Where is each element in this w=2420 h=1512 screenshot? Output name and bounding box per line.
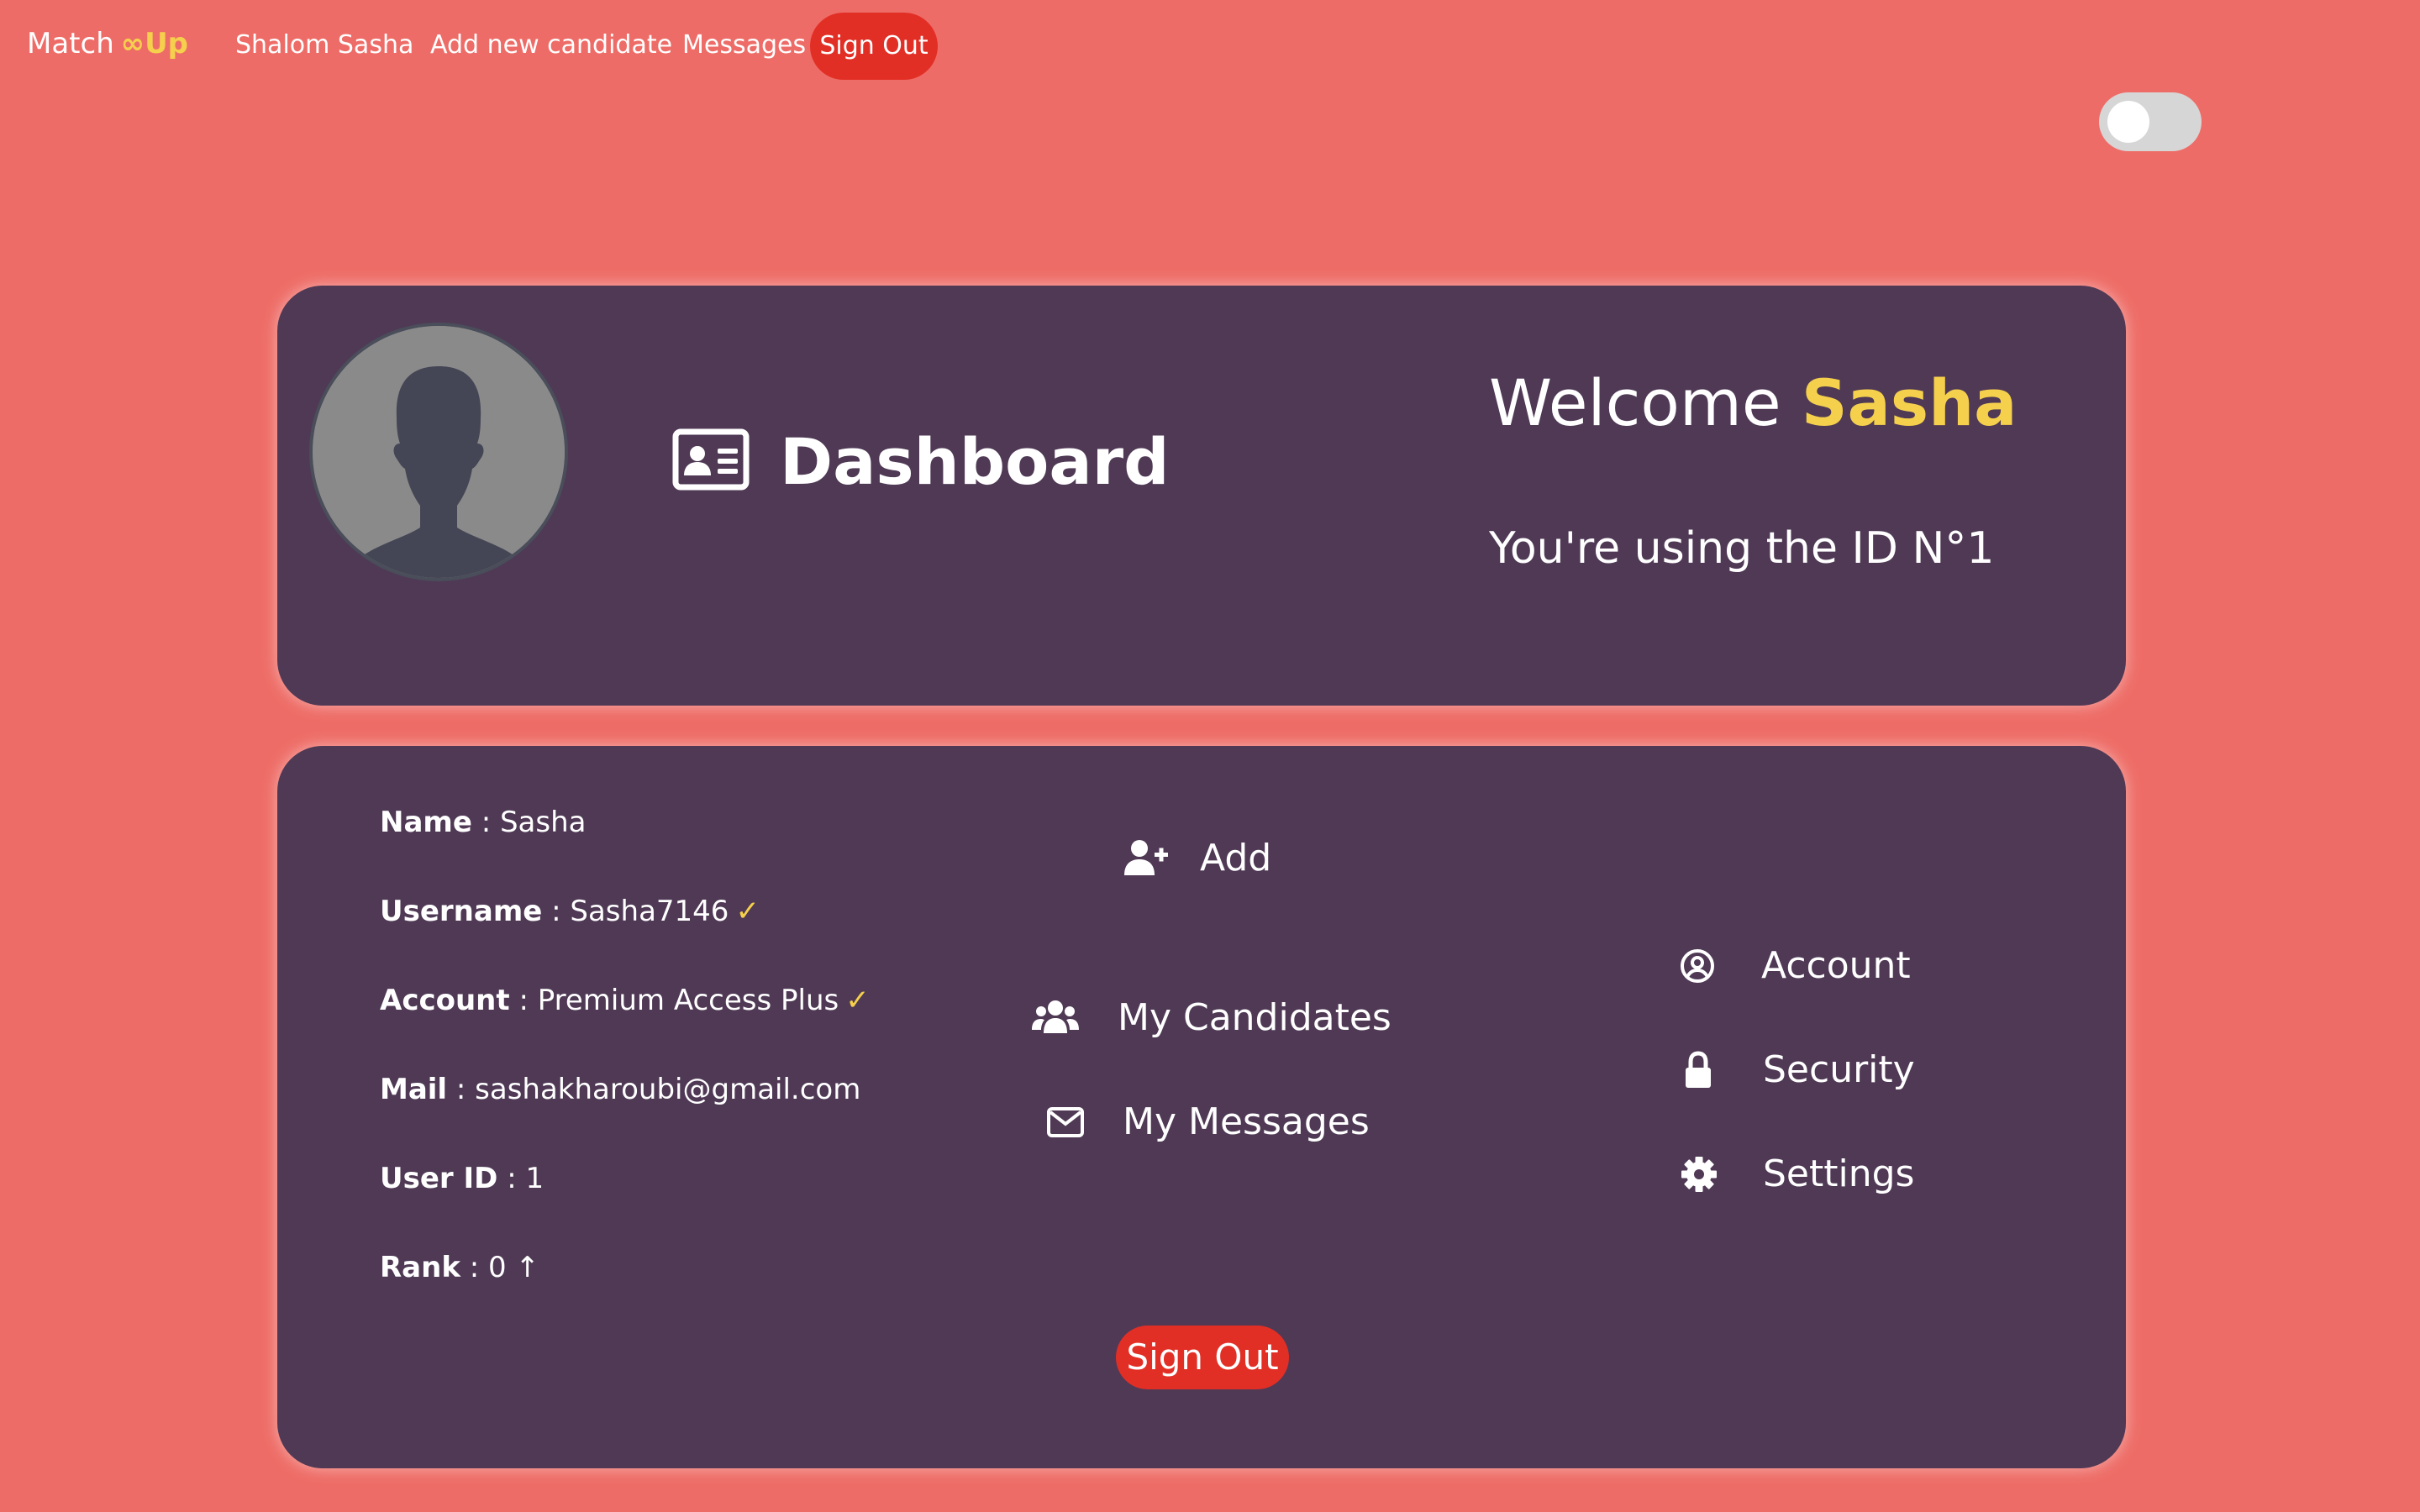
- top-nav: Match ∞Up Shalom Sasha Add new candidate …: [0, 0, 2420, 92]
- info-value: : 1: [497, 1162, 544, 1195]
- info-name-row: Name : Sasha: [380, 801, 586, 843]
- gear-icon: [1681, 1157, 1717, 1192]
- welcome-name: Sasha: [1801, 365, 2018, 440]
- avatar[interactable]: [313, 326, 565, 578]
- security-label: Security: [1763, 1048, 1915, 1091]
- account-settings-action[interactable]: Account: [1676, 942, 1928, 990]
- account-label: Account: [1761, 944, 1911, 987]
- page-title: Dashboard: [780, 424, 1170, 499]
- security-action[interactable]: Security: [1676, 1047, 1928, 1094]
- users-icon: [1032, 1000, 1079, 1033]
- brand-text: Match: [27, 27, 114, 60]
- settings-action[interactable]: Settings: [1676, 1151, 1928, 1198]
- settings-label: Settings: [1763, 1152, 1915, 1195]
- id-card-icon: [672, 428, 750, 491]
- add-candidate-action[interactable]: Add: [1123, 835, 1341, 882]
- add-label: Add: [1200, 837, 1272, 879]
- info-value: : 0 ↑: [460, 1251, 539, 1284]
- user-plus-icon: [1124, 840, 1168, 875]
- info-mail-row: Mail : sashakharoubi@gmail.com: [380, 1068, 860, 1110]
- default-user-silhouette-icon: [313, 326, 565, 578]
- info-value: : Sasha7146: [542, 895, 729, 928]
- nav-sign-out-button[interactable]: Sign Out: [810, 13, 938, 80]
- info-rank-row: Rank : 0 ↑: [380, 1247, 539, 1289]
- info-label: Rank: [380, 1251, 460, 1284]
- envelope-icon: [1047, 1107, 1084, 1137]
- info-label: Name: [380, 806, 472, 839]
- user-circle-icon: [1681, 949, 1714, 983]
- dashboard-header-card: Dashboard Welcome Sasha You're using the…: [277, 286, 2126, 706]
- nav-add-candidate-link[interactable]: Add new candidate: [430, 30, 672, 60]
- brand-mark: ∞Up: [120, 27, 189, 60]
- theme-toggle[interactable]: [2099, 92, 2202, 151]
- info-label: Username: [380, 895, 543, 928]
- welcome-prefix: Welcome: [1489, 365, 1781, 440]
- sign-out-button[interactable]: Sign Out: [1116, 1326, 1289, 1389]
- toggle-knob: [2107, 101, 2149, 143]
- info-label: User ID: [380, 1162, 498, 1195]
- info-value: : Premium Access Plus: [509, 984, 839, 1017]
- welcome-heading: Welcome Sasha: [1489, 361, 2017, 445]
- info-userid-row: User ID : 1: [380, 1158, 544, 1200]
- verified-check-icon: ✓: [735, 895, 760, 928]
- verified-check-icon: ✓: [845, 984, 870, 1017]
- info-value: : sashakharoubi@gmail.com: [447, 1073, 861, 1106]
- info-label: Account: [380, 984, 510, 1017]
- user-id-notice: You're using the ID N°1: [1489, 523, 1995, 574]
- info-account-row: Account : Premium Access Plus ✓: [380, 979, 870, 1021]
- info-label: Mail: [380, 1073, 448, 1106]
- my-messages-action[interactable]: My Messages: [1044, 1099, 1397, 1146]
- info-username-row: Username : Sasha7146 ✓: [380, 890, 760, 932]
- nav-greeting-link[interactable]: Shalom Sasha: [235, 30, 413, 60]
- my-candidates-action[interactable]: My Candidates: [1032, 995, 1402, 1042]
- my-candidates-label: My Candidates: [1118, 996, 1392, 1039]
- dashboard-main-card: Name : Sasha Username : Sasha7146 ✓ Accou…: [277, 746, 2126, 1468]
- lock-icon: [1686, 1051, 1711, 1088]
- my-messages-label: My Messages: [1123, 1100, 1370, 1143]
- brand-logo[interactable]: Match ∞Up: [27, 27, 188, 60]
- nav-messages-link[interactable]: Messages: [682, 30, 806, 60]
- info-value: : Sasha: [471, 806, 587, 839]
